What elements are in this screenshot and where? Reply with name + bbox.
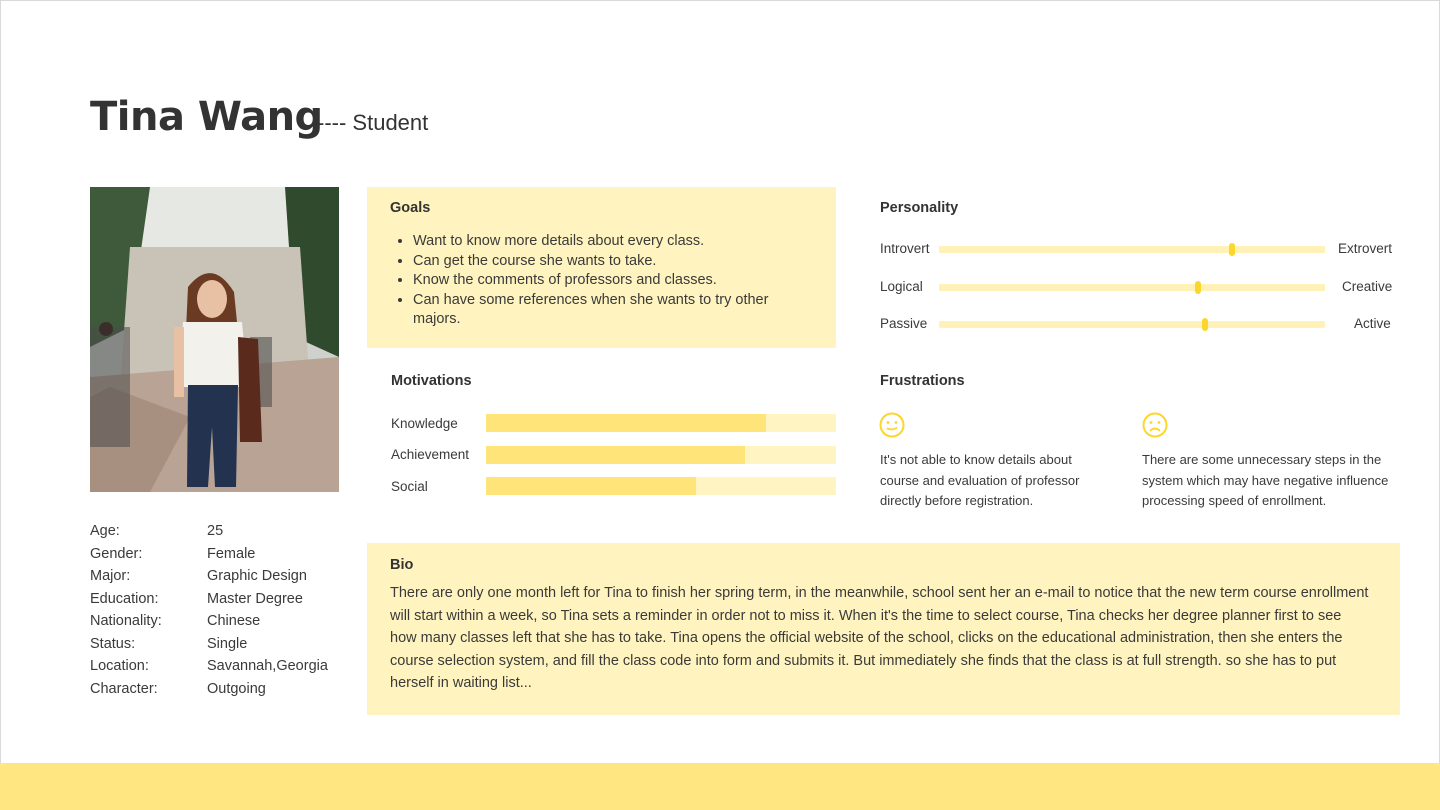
sad-face-icon — [1142, 412, 1168, 438]
motivation-fill — [486, 414, 766, 432]
goals-panel: Goals Want to know more details about ev… — [367, 187, 836, 348]
footer-band — [0, 763, 1440, 810]
demographics-list: Age: 25 Gender: Female Major: Graphic De… — [90, 520, 350, 700]
motivations-title: Motivations — [391, 373, 472, 389]
personality-left-label: Introvert — [880, 241, 930, 256]
info-row-nationality: Nationality: Chinese — [90, 610, 350, 633]
persona-role: ---- Student — [317, 110, 429, 135]
info-value: Chinese — [207, 613, 261, 630]
info-label: Age: — [90, 523, 120, 540]
info-value: Single — [207, 635, 248, 652]
info-label: Character: — [90, 680, 158, 697]
list-item: Can have some references when she wants … — [413, 291, 813, 330]
info-value: Graphic Design — [207, 568, 307, 585]
personality-right-label: Creative — [1342, 279, 1393, 294]
goals-title: Goals — [390, 200, 431, 216]
personality-right-label: Extrovert — [1338, 241, 1393, 256]
personality-scale-passive-active — [939, 318, 1325, 331]
persona-photo-illustration — [90, 187, 339, 492]
personality-left-label: Logical — [880, 279, 923, 294]
list-item: Can get the course she wants to take. — [413, 252, 813, 272]
bio-text: There are only one month left for Tina t… — [390, 585, 1369, 692]
motivation-bar-social — [486, 477, 836, 495]
personality-marker — [1229, 243, 1236, 256]
info-value: Master Degree — [207, 590, 303, 607]
info-row-education: Education: Master Degree — [90, 588, 350, 611]
personality-right-label: Active — [1354, 316, 1391, 331]
info-label: Education: — [90, 590, 159, 607]
motivation-label: Social — [391, 479, 428, 494]
info-label: Nationality: — [90, 613, 162, 630]
info-label: Status: — [90, 635, 136, 652]
persona-photo — [90, 187, 339, 492]
personality-title: Personality — [880, 200, 959, 216]
list-item: Want to know more details about every cl… — [413, 232, 813, 252]
info-value: Outgoing — [207, 680, 266, 697]
neutral-face-icon — [879, 412, 905, 438]
personality-scale-logical-creative — [939, 281, 1325, 294]
info-row-location: Location: Savannah,Georgia — [90, 655, 350, 678]
motivation-fill — [486, 446, 745, 464]
motivation-bar-knowledge — [486, 414, 836, 432]
info-label: Major: — [90, 568, 131, 585]
motivation-fill — [486, 477, 696, 495]
info-row-status: Status: Single — [90, 633, 350, 656]
frustrations-title: Frustrations — [880, 373, 965, 389]
info-row-character: Character: Outgoing — [90, 678, 350, 701]
personality-scale-introvert-extrovert — [939, 243, 1325, 256]
motivation-label: Achievement — [391, 447, 470, 462]
info-row-gender: Gender: Female — [90, 543, 350, 566]
info-label: Location: — [90, 658, 149, 675]
info-value: Female — [207, 545, 256, 562]
info-value: 25 — [207, 523, 224, 540]
bio-panel: Bio There are only one month left for Ti… — [367, 543, 1400, 715]
motivation-label: Knowledge — [391, 416, 458, 431]
personality-marker — [1202, 318, 1209, 331]
persona-name: Tina Wang — [90, 94, 323, 140]
info-label: Gender: — [90, 545, 143, 562]
info-row-major: Major: Graphic Design — [90, 565, 350, 588]
frustration-text: There are some unnecessary steps in the … — [1142, 452, 1389, 508]
frustration-text: It's not able to know details about cour… — [880, 452, 1080, 508]
list-item: Know the comments of professors and clas… — [413, 271, 813, 291]
personality-marker — [1194, 281, 1201, 294]
personality-left-label: Passive — [880, 316, 928, 331]
bio-title: Bio — [390, 557, 414, 573]
goals-list: Want to know more details about every cl… — [389, 232, 813, 330]
motivation-bar-achievement — [486, 446, 836, 464]
info-value: Savannah,Georgia — [207, 658, 328, 675]
info-row-age: Age: 25 — [90, 520, 350, 543]
